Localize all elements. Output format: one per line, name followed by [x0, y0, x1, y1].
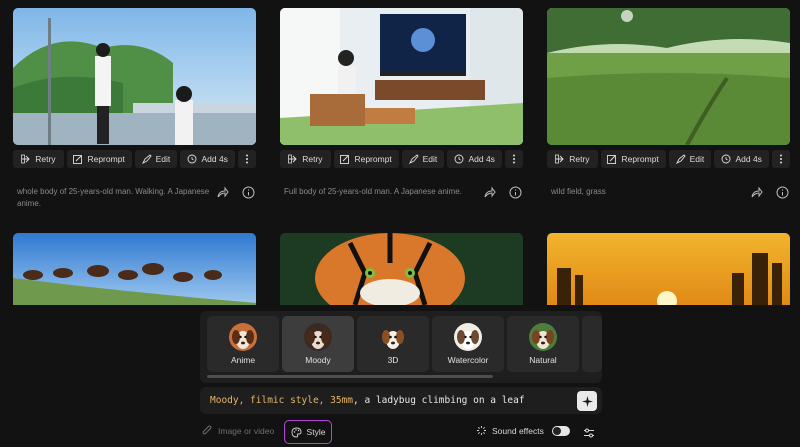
- dog-avatar-icon: [529, 323, 557, 351]
- edit-button[interactable]: Edit: [668, 150, 712, 168]
- video-card-3: Retry Reprompt Edit Add 4s wild field, g…: [547, 8, 790, 199]
- video-thumbnail-3[interactable]: [547, 8, 790, 145]
- sound-effects-toggle[interactable]: [551, 425, 570, 436]
- info-icon[interactable]: [776, 186, 789, 199]
- edit-icon: [408, 154, 419, 164]
- prompt-text[interactable]: Moody, filmic style, 35mm, a ladybug cli…: [210, 395, 525, 406]
- add-4s-label: Add 4s: [735, 154, 762, 164]
- reprompt-label: Reprompt: [621, 154, 659, 164]
- add-time-icon: [722, 154, 731, 164]
- edit-icon: [141, 154, 152, 164]
- edit-button[interactable]: Edit: [401, 150, 445, 168]
- style-option-3d[interactable]: 3D: [357, 316, 429, 372]
- edit-button[interactable]: Edit: [134, 150, 178, 168]
- reprompt-label: Reprompt: [87, 154, 125, 164]
- edit-icon: [675, 154, 686, 164]
- style-label: 3D: [387, 355, 399, 365]
- edit-label: Edit: [422, 154, 438, 164]
- edit-label: Edit: [689, 154, 705, 164]
- style-label: Anime: [230, 355, 256, 365]
- add-time-icon: [188, 154, 197, 164]
- reprompt-icon: [73, 155, 83, 164]
- dog-avatar-icon: [304, 323, 332, 351]
- share-icon[interactable]: [216, 186, 229, 199]
- style-option-moody[interactable]: Moody: [282, 316, 354, 372]
- more-options-button[interactable]: [772, 150, 790, 168]
- dog-avatar-icon: [379, 323, 407, 351]
- style-picker-panel: Anime Moody 3D Watercolor Natural: [200, 311, 602, 383]
- video-thumbnail-1[interactable]: [13, 8, 256, 145]
- sound-effects-label: Sound effects: [492, 425, 544, 436]
- retry-label: Retry: [302, 154, 323, 164]
- sound-icon: [477, 426, 486, 435]
- reprompt-icon: [607, 155, 617, 164]
- sparkle-icon: [581, 395, 593, 407]
- image-or-video-button[interactable]: Image or video: [202, 425, 274, 436]
- reprompt-icon: [340, 155, 350, 164]
- paperclip-icon: [202, 425, 212, 435]
- retry-button[interactable]: Retry: [280, 150, 331, 168]
- style-label: Moody: [305, 355, 331, 365]
- retry-icon: [21, 154, 30, 164]
- sliders-icon: [584, 428, 594, 438]
- video-card-1: Retry Reprompt Edit Add 4s whole body of…: [13, 8, 256, 208]
- more-options-button[interactable]: [505, 150, 523, 168]
- style-option-watercolor[interactable]: Watercolor: [432, 316, 504, 372]
- retry-label: Retry: [35, 154, 56, 164]
- retry-icon: [288, 154, 297, 164]
- bottom-toolbar: Image or video Style Sound effects: [200, 420, 602, 444]
- prompt-input[interactable]: Moody, filmic style, 35mm, a ladybug cli…: [200, 387, 602, 414]
- prompt-body: , a ladybug climbing on a leaf: [353, 395, 525, 406]
- add-4s-button[interactable]: Add 4s: [447, 150, 503, 168]
- add-4s-button[interactable]: Add 4s: [714, 150, 770, 168]
- retry-icon: [555, 154, 564, 164]
- add-4s-label: Add 4s: [201, 154, 228, 164]
- more-icon: [246, 154, 249, 164]
- add-4s-button[interactable]: Add 4s: [180, 150, 236, 168]
- palette-icon: [291, 427, 301, 437]
- image-or-video-label: Image or video: [218, 425, 275, 436]
- retry-button[interactable]: Retry: [547, 150, 598, 168]
- more-icon: [780, 154, 783, 164]
- style-label: Watercolor: [447, 355, 489, 365]
- share-icon[interactable]: [750, 186, 763, 199]
- style-label: Natural: [529, 355, 557, 365]
- info-icon[interactable]: [509, 186, 522, 199]
- add-time-icon: [455, 154, 464, 164]
- reprompt-label: Reprompt: [354, 154, 392, 164]
- style-scrollbar[interactable]: [207, 375, 493, 378]
- style-option-partial[interactable]: [582, 316, 602, 372]
- edit-label: Edit: [155, 154, 171, 164]
- video-thumbnail-2[interactable]: [280, 8, 523, 145]
- reprompt-button[interactable]: Reprompt: [66, 150, 132, 168]
- info-icon[interactable]: [242, 186, 255, 199]
- video-caption: Full body of 25-years-old man. A Japanes…: [284, 187, 462, 196]
- more-options-button[interactable]: [238, 150, 256, 168]
- prompt-style-prefix: Moody, filmic style, 35mm: [210, 395, 353, 406]
- retry-label: Retry: [569, 154, 590, 164]
- video-thumbnail-6[interactable]: [547, 233, 790, 305]
- sound-effects-control[interactable]: Sound effects: [476, 425, 570, 436]
- more-icon: [513, 154, 516, 164]
- settings-button[interactable]: [583, 426, 595, 444]
- video-thumbnail-4[interactable]: [13, 233, 256, 305]
- add-4s-label: Add 4s: [468, 154, 495, 164]
- style-button-label: Style: [306, 427, 326, 437]
- video-caption: whole body of 25-years-old man. Walking.…: [17, 187, 210, 208]
- style-option-natural[interactable]: Natural: [507, 316, 579, 372]
- retry-button[interactable]: Retry: [13, 150, 64, 168]
- style-button[interactable]: Style: [284, 420, 332, 444]
- reprompt-button[interactable]: Reprompt: [600, 150, 666, 168]
- dog-avatar-icon: [229, 323, 257, 351]
- reprompt-button[interactable]: Reprompt: [333, 150, 399, 168]
- dog-avatar-icon: [454, 323, 482, 351]
- share-icon[interactable]: [483, 186, 496, 199]
- style-option-anime[interactable]: Anime: [207, 316, 279, 372]
- video-caption: wild field, grass: [551, 187, 606, 196]
- video-card-2: Retry Reprompt Edit Add 4s Full body of …: [280, 8, 523, 199]
- generate-button[interactable]: [577, 391, 597, 411]
- video-thumbnail-5[interactable]: [280, 233, 523, 305]
